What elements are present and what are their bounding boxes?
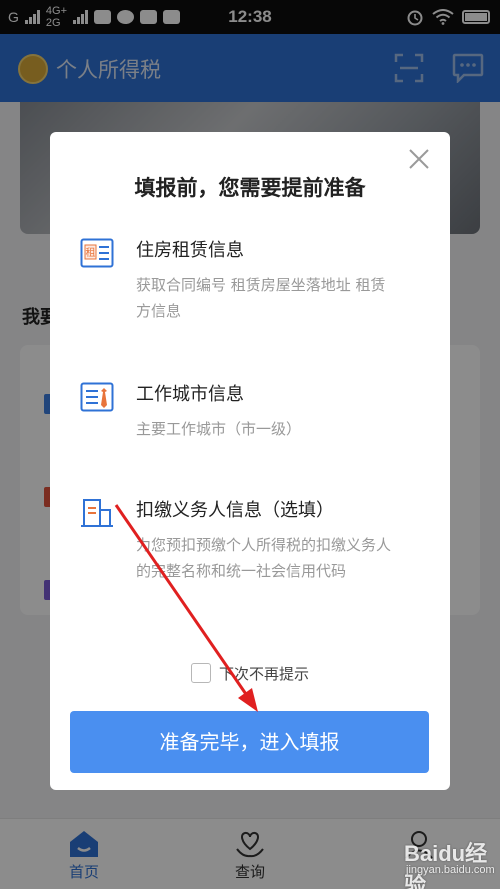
dialog-title: 填报前，您需要提前准备 [134, 176, 366, 200]
building-icon [81, 499, 113, 527]
preparation-dialog: 填报前，您需要提前准备 租 住房租赁信息 获取合同编号 租赁房屋坐落地址 租赁方… [50, 132, 450, 790]
prep-item-title: 住房租赁信息 [136, 240, 244, 261]
dont-show-again-row[interactable]: 下次不再提示 [50, 661, 450, 685]
work-id-icon [80, 382, 114, 412]
prep-item-description: 主要工作城市（市一级） [136, 420, 302, 438]
prep-item-title: 扣缴义务人信息（选填） [136, 500, 334, 521]
prep-item-title: 工作城市信息 [136, 384, 244, 405]
confirm-button[interactable]: 准备完毕，进入填报 [70, 711, 429, 773]
rent-contract-icon: 租 [80, 238, 114, 268]
watermark-logo: Baidu经验 [404, 841, 488, 889]
baidu-watermark: Baidu经验 jingyan.baidu.com [404, 832, 496, 889]
rent-icon-glyph: 租 [86, 246, 96, 259]
watermark-url: jingyan.baidu.com [406, 864, 495, 876]
dont-show-again-checkbox[interactable] [190, 663, 211, 683]
close-icon[interactable] [408, 148, 430, 170]
prep-item-description: 获取合同编号 租赁房屋坐落地址 租赁方信息 [136, 276, 386, 320]
prep-item-description: 为您预扣预缴个人所得税的扣缴义务人的完整名称和统一社会信用代码 [136, 536, 392, 580]
dont-show-again-label[interactable]: 下次不再提示 [219, 663, 309, 684]
